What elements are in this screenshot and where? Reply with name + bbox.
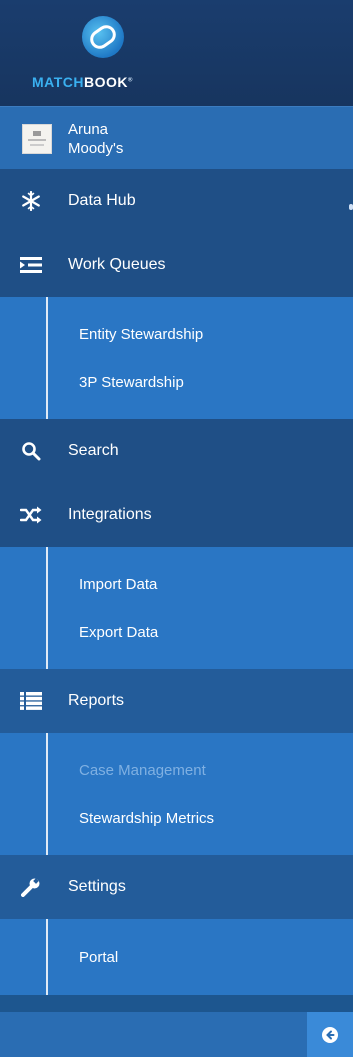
list-indent-icon (20, 254, 42, 276)
submenu-item-portal[interactable]: Portal (0, 933, 353, 981)
submenu-label: Export Data (79, 623, 159, 641)
brand-part-book: BOOK (84, 74, 129, 90)
user-profile[interactable]: Aruna Moody's (0, 106, 353, 169)
submenu-item-import-data[interactable]: Import Data (0, 560, 353, 608)
submenu-label: Case Management (79, 761, 206, 779)
submenu-label: Stewardship Metrics (79, 809, 215, 827)
arrow-left-circle-icon (322, 1026, 338, 1043)
sidebar: MATCHBOOK® Aruna Moody's Data Hub Work Q… (0, 0, 353, 1057)
user-org: Moody's (68, 140, 124, 157)
search-icon (20, 440, 42, 462)
submenu-label: Portal (79, 948, 119, 966)
logo-area: MATCHBOOK® (0, 0, 353, 106)
nav-label: Settings (68, 878, 126, 895)
nav-label: Search (68, 442, 119, 459)
submenu-item-entity-stewardship[interactable]: Entity Stewardship (0, 310, 353, 358)
nav-label: Data Hub (68, 192, 136, 209)
nav-item-reports[interactable]: Reports (0, 669, 353, 733)
matchbook-logo-icon (82, 16, 124, 58)
submenu-item-3p-stewardship[interactable]: 3P Stewardship (0, 358, 353, 406)
brand-trademark: ® (128, 77, 133, 84)
snowflake-icon (20, 190, 42, 212)
collapse-sidebar-button[interactable] (307, 1012, 353, 1057)
submenu-reports: Case Management Stewardship Metrics (0, 733, 353, 855)
submenu-label: Entity Stewardship (79, 325, 204, 343)
nav-item-integrations[interactable]: Integrations (0, 483, 353, 547)
list-icon (20, 690, 42, 712)
brand-part-match: MATCH (32, 74, 85, 90)
sidebar-footer (0, 1012, 353, 1057)
nav-label: Reports (68, 692, 125, 709)
nav-item-search[interactable]: Search (0, 419, 353, 483)
sidebar-resize-handle[interactable] (349, 204, 353, 210)
nav-label: Work Queues (68, 256, 166, 273)
submenu-work-queues: Entity Stewardship 3P Stewardship (0, 297, 353, 419)
nav-item-work-queues[interactable]: Work Queues (0, 233, 353, 297)
submenu-item-export-data[interactable]: Export Data (0, 608, 353, 656)
wrench-icon (20, 876, 42, 898)
submenu-integrations: Import Data Export Data (0, 547, 353, 669)
submenu-item-stewardship-metrics[interactable]: Stewardship Metrics (0, 794, 353, 842)
submenu-item-case-management: Case Management (0, 746, 353, 794)
submenu-label: 3P Stewardship (79, 373, 184, 391)
nav-label: Integrations (68, 506, 152, 523)
avatar (22, 124, 52, 154)
user-name: Aruna (68, 121, 109, 138)
brand-name: MATCHBOOK® (32, 74, 133, 90)
shuffle-icon (20, 504, 42, 526)
nav-item-data-hub[interactable]: Data Hub (0, 169, 353, 233)
submenu-label: Import Data (79, 575, 158, 593)
nav-item-settings[interactable]: Settings (0, 855, 353, 919)
submenu-settings: Portal (0, 919, 353, 995)
